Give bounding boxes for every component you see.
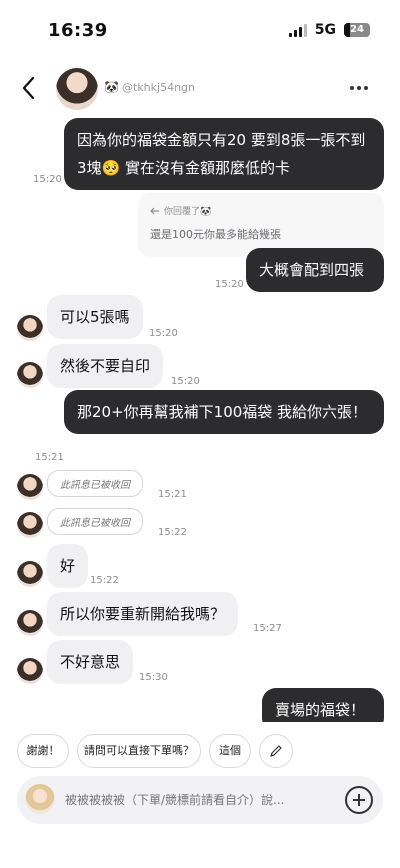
pencil-icon xyxy=(270,745,282,757)
add-attachment-icon[interactable] xyxy=(345,786,373,814)
message-bubble-outgoing[interactable]: 賣場的福袋！ xyxy=(262,688,384,722)
message-time: 15:22 xyxy=(158,527,187,538)
message-time: 15:27 xyxy=(253,623,282,634)
message-input[interactable] xyxy=(65,786,335,814)
message-bubble-incoming[interactable]: 可以5張嗎 xyxy=(47,295,143,339)
message-time: 15:20 xyxy=(215,279,244,290)
message-bubble-incoming[interactable]: 所以你要重新開給我嗎？ xyxy=(47,592,239,636)
sender-avatar[interactable] xyxy=(17,315,43,341)
message-bubble-outgoing[interactable]: 大概會配到四張 xyxy=(246,248,384,292)
message-time: 15:21 xyxy=(158,489,187,500)
status-bar: 16:39 5G 24 xyxy=(0,0,400,58)
message-time: 15:22 xyxy=(90,575,119,586)
sender-avatar[interactable] xyxy=(17,474,43,500)
message-bubble-incoming[interactable]: 不好意思 xyxy=(47,640,134,684)
quick-reply-chip[interactable]: 謝謝！ xyxy=(17,734,69,768)
status-icons: 5G 24 xyxy=(288,22,370,38)
status-time: 16:39 xyxy=(48,20,108,41)
message-composer xyxy=(17,776,383,824)
quick-reply-bar: 謝謝！ 請問可以直接下單嗎？ 這個 xyxy=(0,734,400,770)
panda-emoji: 🐼 xyxy=(104,80,119,94)
network-label: 5G xyxy=(314,22,336,38)
sender-avatar[interactable] xyxy=(17,610,43,636)
message-bubble-incoming[interactable]: 好 xyxy=(47,544,89,588)
message-bubble-incoming[interactable]: 然後不要自印 xyxy=(47,344,164,388)
message-list[interactable]: 因為你的福袋金額只有20 要到8張一張不到3塊🥺 實在沒有金額那麼低的卡 15:… xyxy=(0,118,400,722)
message-time: 15:30 xyxy=(139,672,168,683)
sender-avatar[interactable] xyxy=(17,561,43,587)
reply-quote-text: 還是100元你最多能給幾張 xyxy=(150,228,281,241)
reply-label-row: 你回覆了🐼 xyxy=(150,204,211,217)
sender-avatar[interactable] xyxy=(17,658,43,684)
chat-header: 🐼 @tkhkj54ngn xyxy=(0,62,400,118)
message-bubble-outgoing[interactable]: 因為你的福袋金額只有20 要到8張一張不到3塊🥺 實在沒有金額那麼低的卡 xyxy=(64,118,384,190)
contact-avatar[interactable] xyxy=(56,68,98,110)
message-time: 15:21 xyxy=(35,452,64,463)
message-time: 15:20 xyxy=(171,376,200,387)
battery-icon: 24 xyxy=(344,23,370,37)
back-arrow-icon[interactable] xyxy=(18,74,42,102)
message-bubble-outgoing[interactable]: 那20+你再幫我補下100福袋 我給你六張！ xyxy=(64,390,384,434)
reply-label: 你回覆了🐼 xyxy=(164,207,212,217)
more-options-icon[interactable] xyxy=(350,86,368,90)
reply-arrow-icon xyxy=(150,207,159,214)
message-time: 15:20 xyxy=(149,328,178,339)
sender-avatar[interactable] xyxy=(17,362,43,388)
sender-avatar[interactable] xyxy=(17,512,43,538)
recalled-message: 此訊息已被收回 xyxy=(47,508,143,535)
battery-level: 24 xyxy=(350,24,364,35)
signal-icon xyxy=(288,23,307,37)
message-time: 15:20 xyxy=(33,174,62,185)
quick-reply-chip[interactable]: 請問可以直接下單嗎？ xyxy=(77,734,201,768)
contact-handle[interactable]: @tkhkj54ngn xyxy=(122,81,195,94)
user-avatar[interactable] xyxy=(25,784,55,814)
edit-quick-replies-button[interactable] xyxy=(259,734,293,768)
recalled-message: 此訊息已被收回 xyxy=(47,470,143,497)
quick-reply-chip[interactable]: 這個 xyxy=(209,734,251,768)
